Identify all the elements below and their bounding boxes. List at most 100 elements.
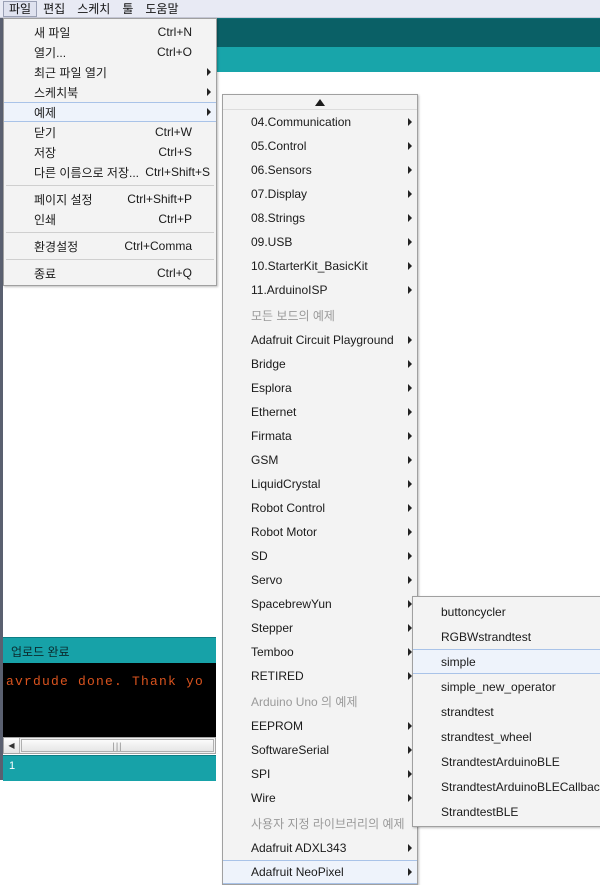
menu-item[interactable]: Ethernet [223, 400, 417, 424]
code-editor-left-region[interactable] [3, 285, 216, 634]
menu-item[interactable]: Robot Control [223, 496, 417, 520]
submenu-arrow-icon [408, 408, 412, 416]
submenu-arrow-icon [207, 108, 211, 116]
menu-item[interactable]: RGBWstrandtest [413, 624, 600, 649]
menu-item[interactable]: RETIRED [223, 664, 417, 688]
menu-item[interactable]: 04.Communication [223, 110, 417, 134]
menu-item[interactable]: 페이지 설정 Ctrl+Shift+P [4, 189, 216, 209]
menu-item[interactable]: Temboo [223, 640, 417, 664]
menu-item-label: 05.Control [251, 139, 307, 153]
menu-item-shortcut: Ctrl+Shift+S [145, 165, 210, 179]
menu-item[interactable]: 예제 [4, 102, 216, 122]
menubar-item-0[interactable]: 파일 [3, 0, 38, 17]
submenu-arrow-icon [408, 480, 412, 488]
menu-item[interactable]: strandtest_wheel [413, 724, 600, 749]
menu-item[interactable]: Adafruit NeoPixel [223, 860, 417, 884]
menubar-item-2[interactable]: 스케치 [71, 1, 116, 17]
menu-item-label: SD [251, 549, 268, 563]
menu-item[interactable]: GSM [223, 448, 417, 472]
menu-item[interactable]: Esplora [223, 376, 417, 400]
menu-item-label: 저장 [34, 145, 57, 160]
submenu-arrow-icon [207, 88, 211, 96]
menu-item[interactable]: 다른 이름으로 저장... Ctrl+Shift+S [4, 162, 216, 182]
menu-item[interactable]: 09.USB [223, 230, 417, 254]
menu-item-label: simple_new_operator [441, 679, 556, 694]
menu-item[interactable]: SpacebrewYun [223, 592, 417, 616]
menu-item[interactable]: simple [413, 649, 600, 674]
menu-item[interactable]: 저장 Ctrl+S [4, 142, 216, 162]
menu-item[interactable]: Servo [223, 568, 417, 592]
submenu-arrow-icon [408, 336, 412, 344]
menu-item-label: Wire [251, 791, 276, 805]
menu-item-label: 페이지 설정 [34, 192, 93, 207]
menu-item[interactable]: StrandtestBLE [413, 799, 600, 824]
menubar-item-3[interactable]: 툴 [116, 1, 139, 17]
menu-item[interactable]: EEPROM [223, 714, 417, 738]
scroll-left-arrow-icon[interactable]: ◀ [4, 738, 20, 753]
submenu-arrow-icon [408, 844, 412, 852]
menu-item[interactable]: Adafruit Circuit Playground [223, 328, 417, 352]
menu-item-label: StrandtestArduinoBLE [441, 754, 560, 769]
toolbar-dark-band [216, 18, 600, 48]
menu-item[interactable]: 스케치북 [4, 82, 216, 102]
menu-item[interactable]: StrandtestArduinoBLE [413, 749, 600, 774]
menu-item[interactable]: Adafruit ADXL343 [223, 836, 417, 860]
console-horizontal-scrollbar[interactable]: ◀ ||| [3, 737, 216, 754]
submenu-arrow-icon [408, 384, 412, 392]
menu-item-label: 다른 이름으로 저장... [34, 165, 139, 180]
upload-status-bar: 업로드 완료 [3, 637, 216, 664]
submenu-arrow-icon [408, 868, 412, 876]
submenu-arrow-icon [408, 552, 412, 560]
menu-item[interactable]: 닫기 Ctrl+W [4, 122, 216, 142]
menu-item[interactable]: 05.Control [223, 134, 417, 158]
menu-item[interactable]: strandtest [413, 699, 600, 724]
neopixel-submenu-popup[interactable]: buttoncycler RGBWstrandtest simple simple_n… [412, 596, 600, 827]
menu-item[interactable]: buttoncycler [413, 599, 600, 624]
menu-item[interactable]: 11.ArduinoISP [223, 278, 417, 302]
console-output-panel[interactable]: avrdude done. Thank yo [3, 663, 216, 737]
menu-item[interactable]: 10.StarterKit_BasicKit [223, 254, 417, 278]
scroll-up-triangle-icon [315, 98, 325, 106]
menu-item-label: 인쇄 [34, 212, 57, 227]
menu-item[interactable]: SD [223, 544, 417, 568]
menu-item[interactable]: 종료 Ctrl+Q [4, 263, 216, 283]
menu-item[interactable]: 새 파일 Ctrl+N [4, 22, 216, 42]
menu-scroll-up-button[interactable] [223, 95, 417, 110]
menu-item-label: 새 파일 [34, 25, 71, 40]
menu-item[interactable]: StrandtestArduinoBLECallback [413, 774, 600, 799]
menu-item[interactable]: 환경설정 Ctrl+Comma [4, 236, 216, 256]
menu-item[interactable]: 07.Display [223, 182, 417, 206]
scrollbar-thumb[interactable]: ||| [21, 739, 214, 752]
menu-item-label: EEPROM [251, 719, 304, 733]
menu-item[interactable]: 최근 파일 열기 [4, 62, 216, 82]
menu-item-label: 예제 [34, 105, 57, 120]
menu-item[interactable]: Bridge [223, 352, 417, 376]
menu-item-label: Stepper [251, 621, 294, 635]
menubar-item-4[interactable]: 도움말 [139, 1, 184, 17]
menu-item-label: 10.StarterKit_BasicKit [251, 259, 368, 273]
menu-separator [6, 232, 214, 233]
submenu-arrow-icon [408, 190, 412, 198]
menu-item[interactable]: SPI [223, 762, 417, 786]
menu-item[interactable]: 열기... Ctrl+O [4, 42, 216, 62]
menu-item[interactable]: Stepper [223, 616, 417, 640]
menubar-item-1[interactable]: 편집 [37, 1, 71, 17]
menu-item[interactable]: SoftwareSerial [223, 738, 417, 762]
submenu-arrow-icon [408, 238, 412, 246]
menu-item-label: SoftwareSerial [251, 743, 330, 757]
examples-submenu-popup[interactable]: 04.Communication 05.Control 06.Sensors 07.D… [222, 94, 418, 885]
menu-item-label: SpacebrewYun [251, 597, 332, 611]
console-output-line: avrdude done. Thank yo [6, 674, 205, 689]
toolbar-tab-band [216, 47, 600, 72]
menu-item[interactable]: Wire [223, 786, 417, 810]
menu-item[interactable]: Firmata [223, 424, 417, 448]
menu-item[interactable]: LiquidCrystal [223, 472, 417, 496]
menu-item-label: 열기... [34, 45, 67, 60]
menu-item[interactable]: simple_new_operator [413, 674, 600, 699]
menu-item[interactable]: 06.Sensors [223, 158, 417, 182]
file-menu-popup[interactable]: 새 파일 Ctrl+N 열기... Ctrl+O 최근 파일 열기 스케치북예제닫기 Ctr… [3, 18, 217, 286]
menu-item[interactable]: Robot Motor [223, 520, 417, 544]
menu-item[interactable]: 인쇄 Ctrl+P [4, 209, 216, 229]
menu-item-label: 08.Strings [251, 211, 306, 225]
menu-item[interactable]: 08.Strings [223, 206, 417, 230]
